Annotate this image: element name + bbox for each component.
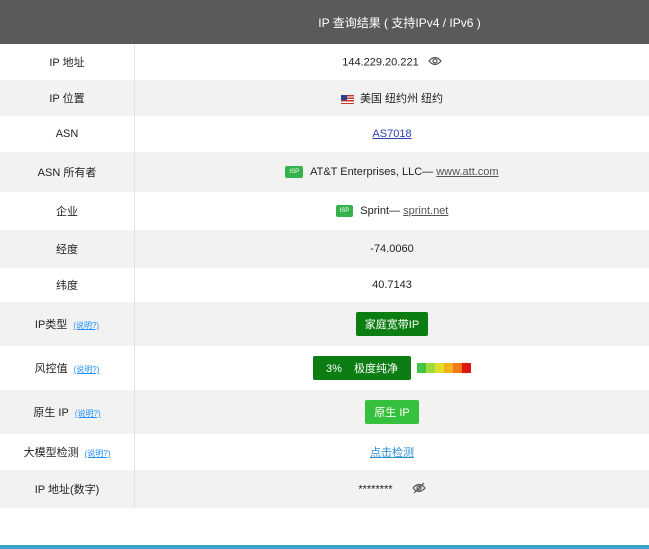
table-row: 原生 IP (说明?) 原生 IP bbox=[0, 390, 649, 434]
row-value: ISP AT&T Enterprises, LLC— www.att.com bbox=[134, 152, 649, 192]
row-label: 经度 bbox=[0, 230, 135, 268]
risk-scale-segment bbox=[443, 363, 453, 373]
table-row: IP 地址 144.229.20.221 bbox=[0, 44, 649, 80]
row-value: 家庭宽带IP bbox=[134, 302, 649, 346]
risk-indicator: 3% 极度纯净 bbox=[313, 356, 471, 380]
isp-tag: ISP bbox=[335, 205, 354, 218]
result-table: IP 地址 144.229.20.221 IP 位置 美国 纽约州 纽约 ASN… bbox=[0, 44, 649, 508]
eye-icon[interactable] bbox=[427, 56, 442, 69]
risk-scale-bar bbox=[416, 363, 471, 373]
row-value: 点击检测 bbox=[135, 434, 649, 470]
table-row: IP 位置 美国 纽约州 纽约 bbox=[0, 80, 649, 116]
ip-address-value: 144.229.20.221 bbox=[342, 55, 419, 68]
risk-label: 风控值 bbox=[34, 363, 68, 375]
row-label: 大模型检测 (说明?) bbox=[0, 434, 135, 470]
asn-link[interactable]: AS7018 bbox=[372, 128, 411, 140]
row-label: 风控值 (说明?) bbox=[0, 346, 135, 390]
row-value: 原生 IP bbox=[134, 390, 649, 434]
risk-scale-segment bbox=[425, 363, 435, 373]
row-label: 纬度 bbox=[0, 268, 135, 302]
risk-scale-segment bbox=[452, 363, 462, 373]
row-label: 企业 bbox=[0, 192, 135, 230]
asn-owner-link[interactable]: www.att.com bbox=[436, 166, 498, 178]
table-row: IP 地址(数字) ******** bbox=[0, 470, 649, 508]
table-row: 企业 ISP Sprint— sprint.net bbox=[0, 192, 649, 230]
row-label: ASN bbox=[0, 116, 135, 152]
latitude-value: 40.7143 bbox=[372, 279, 412, 291]
result-header: IP 查询结果 ( 支持IPv4 / IPv6 ) bbox=[0, 0, 649, 44]
table-row: 经度 -74.0060 bbox=[0, 230, 649, 268]
row-label: 原生 IP (说明?) bbox=[0, 390, 135, 434]
risk-scale-segment bbox=[461, 363, 471, 373]
longitude-value: -74.0060 bbox=[134, 230, 649, 268]
asn-owner-name: AT&T Enterprises, LLC— bbox=[310, 165, 434, 178]
row-label: ASN 所有者 bbox=[0, 152, 135, 192]
us-flag-icon bbox=[340, 94, 354, 104]
eye-off-icon[interactable] bbox=[411, 482, 426, 497]
company-link[interactable]: sprint.net bbox=[403, 205, 448, 217]
table-row: ASN AS7018 bbox=[0, 116, 649, 152]
ip-number-value: ******** bbox=[358, 482, 393, 495]
footer-divider bbox=[0, 545, 649, 549]
location-value: 美国 纽约州 纽约 bbox=[359, 93, 444, 105]
risk-percent: 3% bbox=[326, 363, 342, 375]
row-value: ******** bbox=[134, 470, 649, 508]
row-value: 美国 纽约州 纽约 bbox=[134, 80, 649, 116]
company-name: Sprint— bbox=[360, 204, 401, 217]
native-ip-badge: 原生 IP bbox=[365, 400, 419, 424]
native-ip-label: 原生 IP bbox=[33, 407, 69, 419]
help-link[interactable]: (说明?) bbox=[73, 321, 99, 330]
row-value: 144.229.20.221 bbox=[135, 44, 649, 80]
table-row: ASN 所有者 ISP AT&T Enterprises, LLC— www.at… bbox=[0, 152, 649, 192]
ip-type-label: IP类型 bbox=[34, 319, 68, 331]
ip-type-badge: 家庭宽带IP bbox=[355, 312, 429, 336]
isp-tag: ISP bbox=[285, 166, 304, 179]
help-link[interactable]: (说明?) bbox=[75, 409, 101, 418]
row-value: AS7018 bbox=[135, 116, 649, 152]
row-value: 3% 极度纯净 bbox=[135, 346, 649, 390]
table-row: 纬度 40.7143 bbox=[0, 268, 649, 302]
row-value: ISP Sprint— sprint.net bbox=[135, 192, 649, 230]
help-link[interactable]: (说明?) bbox=[74, 365, 100, 374]
table-row: 风控值 (说明?) 3% 极度纯净 bbox=[0, 346, 649, 390]
risk-scale-segment bbox=[416, 363, 426, 373]
risk-badge: 3% 极度纯净 bbox=[313, 356, 411, 380]
page-title: IP 查询结果 ( 支持IPv4 / IPv6 ) bbox=[318, 15, 481, 30]
risk-scale-segment bbox=[434, 363, 444, 373]
row-label: IP 地址(数字) bbox=[0, 470, 135, 508]
table-row: IP类型 (说明?) 家庭宽带IP bbox=[0, 302, 649, 346]
row-label: IP类型 (说明?) bbox=[0, 302, 135, 346]
row-label: IP 地址 bbox=[0, 44, 135, 80]
llm-check-link[interactable]: 点击检测 bbox=[370, 447, 414, 459]
risk-text: 极度纯净 bbox=[353, 363, 398, 375]
row-label: IP 位置 bbox=[0, 80, 135, 116]
table-row: 大模型检测 (说明?) 点击检测 bbox=[0, 434, 649, 470]
help-link[interactable]: (说明?) bbox=[85, 449, 111, 458]
llm-check-label: 大模型检测 bbox=[23, 447, 79, 459]
